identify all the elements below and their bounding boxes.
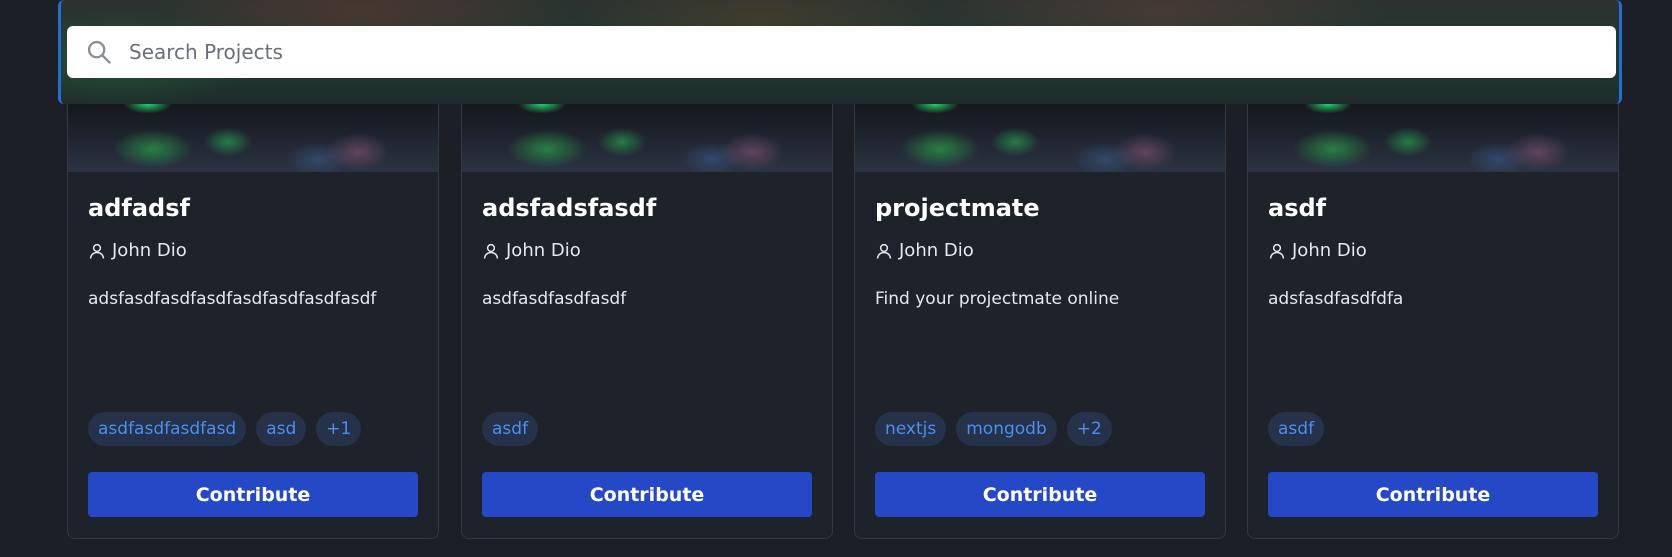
project-card: adfadsf John Dio adsfasdfasdfasdfasdfasd… bbox=[67, 104, 439, 539]
tag[interactable]: asdfasdfasdfasd bbox=[88, 412, 247, 446]
tag[interactable]: nextjs bbox=[875, 412, 947, 446]
project-author: John Dio bbox=[88, 240, 187, 261]
search-input[interactable] bbox=[129, 40, 1529, 64]
user-icon bbox=[89, 243, 105, 259]
tag[interactable]: asdf bbox=[1268, 412, 1325, 446]
project-title[interactable]: adsfadsfasdf bbox=[482, 194, 656, 222]
author-name: John Dio bbox=[112, 240, 187, 261]
project-description: Find your projectmate online bbox=[875, 289, 1120, 309]
author-name: John Dio bbox=[506, 240, 581, 261]
tag[interactable]: asdf bbox=[482, 412, 539, 446]
project-title[interactable]: asdf bbox=[1268, 194, 1326, 222]
project-card: projectmate John Dio Find your projectma… bbox=[854, 104, 1226, 539]
user-icon bbox=[1269, 243, 1285, 259]
author-name: John Dio bbox=[899, 240, 974, 261]
contribute-button[interactable]: Contribute bbox=[88, 472, 418, 517]
project-description: adsfasdfasdfasdfasdfasdfasdfasdf bbox=[88, 289, 377, 309]
project-description: adsfasdfasdfdfa bbox=[1268, 289, 1404, 309]
more-tags-badge[interactable]: +2 bbox=[1066, 412, 1112, 446]
project-description: asdfasdfasdfasdf bbox=[482, 289, 627, 309]
project-cover-image bbox=[68, 104, 438, 172]
tag[interactable]: mongodb bbox=[956, 412, 1057, 446]
project-title[interactable]: adfadsf bbox=[88, 194, 190, 222]
project-card: asdf John Dio adsfasdfasdfdfa asdf Contr… bbox=[1247, 104, 1619, 539]
project-card: adsfadsfasdf John Dio asdfasdfasdfasdf a… bbox=[461, 104, 833, 539]
page: adfadsf John Dio adsfasdfasdfasdfasdfasd… bbox=[0, 0, 1672, 557]
contribute-button[interactable]: Contribute bbox=[482, 472, 812, 517]
tag-list: nextjs mongodb +2 bbox=[875, 412, 1112, 446]
project-author: John Dio bbox=[482, 240, 581, 261]
project-cover-image bbox=[462, 104, 832, 172]
more-tags-badge[interactable]: +1 bbox=[316, 412, 362, 446]
contribute-button[interactable]: Contribute bbox=[875, 472, 1205, 517]
project-cover-image bbox=[855, 104, 1225, 172]
contribute-button[interactable]: Contribute bbox=[1268, 472, 1598, 517]
tag[interactable]: asd bbox=[256, 412, 307, 446]
user-icon bbox=[483, 243, 499, 259]
project-title[interactable]: projectmate bbox=[875, 194, 1040, 222]
tag-list: asdf bbox=[482, 412, 539, 446]
search-bar[interactable] bbox=[67, 26, 1616, 78]
tag-list: asdf bbox=[1268, 412, 1325, 446]
search-icon bbox=[87, 40, 111, 64]
tag-list: asdfasdfasdfasd asd +1 bbox=[88, 412, 362, 446]
project-author: John Dio bbox=[875, 240, 974, 261]
author-name: John Dio bbox=[1292, 240, 1367, 261]
project-cover-image bbox=[1248, 104, 1618, 172]
project-author: John Dio bbox=[1268, 240, 1367, 261]
user-icon bbox=[876, 243, 892, 259]
